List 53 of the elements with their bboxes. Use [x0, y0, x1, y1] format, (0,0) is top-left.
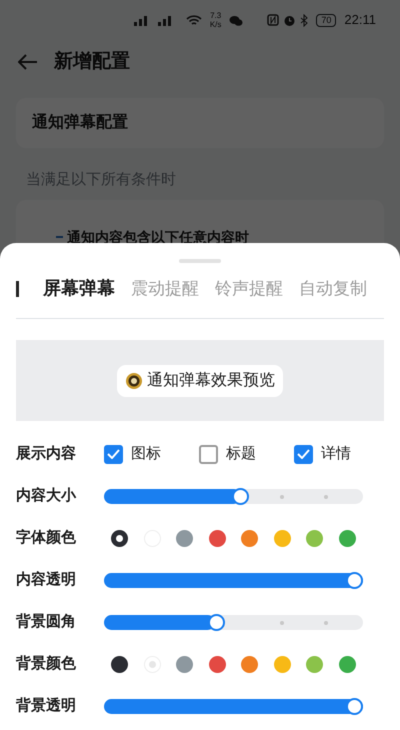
- setting-label: 背景透明: [16, 696, 77, 716]
- color-swatch[interactable]: [274, 656, 291, 672]
- tab[interactable]: 铃声提醒: [215, 276, 283, 302]
- color-swatch[interactable]: [208, 656, 226, 672]
- setting-label: 背景圆角: [16, 612, 77, 632]
- slider-track[interactable]: [104, 488, 363, 504]
- slider-thumb[interactable]: [346, 698, 363, 714]
- chat-icon: [229, 14, 244, 27]
- color-swatch[interactable]: [208, 530, 226, 546]
- setting-label: 内容透明: [16, 570, 77, 590]
- tab[interactable]: 震动提醒: [131, 276, 199, 302]
- checkbox-label: 图标: [131, 444, 161, 464]
- slider-thumb[interactable]: [346, 572, 363, 588]
- setting-label: 内容大小: [16, 486, 78, 506]
- checkbox[interactable]: [104, 444, 123, 464]
- color-swatch[interactable]: [306, 656, 324, 672]
- tab[interactable]: 自动复制: [299, 276, 367, 302]
- checkbox[interactable]: [199, 444, 218, 464]
- network-speed-unit: K/s: [210, 20, 222, 29]
- color-swatch[interactable]: [241, 656, 258, 672]
- color-swatch[interactable]: [338, 530, 356, 546]
- wifi-icon: [186, 14, 202, 26]
- config-card-title[interactable]: 通知弹幕配置: [32, 111, 128, 135]
- setting-label: 背景颜色: [16, 654, 77, 674]
- battery-icon: 70: [316, 14, 336, 26]
- color-swatch[interactable]: [176, 656, 194, 672]
- color-swatch[interactable]: [338, 656, 356, 672]
- checkbox-label: 详情: [321, 444, 351, 464]
- preview-text: 通知弹幕效果预览: [147, 370, 275, 390]
- status-time: 22:11: [344, 11, 376, 30]
- setting-label: 展示内容: [16, 444, 77, 464]
- checkbox[interactable]: [294, 444, 313, 464]
- app-icon: [125, 372, 143, 390]
- tab[interactable]: 屏幕弹幕: [43, 275, 115, 302]
- color-swatch[interactable]: [241, 530, 258, 546]
- network-speed: 7.3: [210, 11, 222, 20]
- checkbox-label: 标题: [226, 444, 256, 464]
- slider-track[interactable]: [104, 614, 363, 630]
- dash-mark: [56, 236, 63, 238]
- nfc-icon: [267, 14, 280, 26]
- color-swatch[interactable]: [274, 530, 291, 546]
- color-swatch[interactable]: [306, 530, 324, 546]
- slider-thumb[interactable]: [232, 488, 250, 504]
- setting-label: 字体颜色: [16, 528, 77, 548]
- bluetooth-icon: [300, 14, 308, 26]
- page-title: 新增配置: [54, 50, 130, 74]
- slider-thumb[interactable]: [208, 614, 226, 630]
- color-swatch[interactable]: [111, 530, 128, 546]
- alarm-icon: [283, 14, 296, 26]
- color-swatch[interactable]: [111, 656, 128, 672]
- color-swatch[interactable]: [176, 530, 194, 546]
- back-arrow-icon[interactable]: [18, 54, 38, 70]
- color-swatch[interactable]: [144, 656, 161, 672]
